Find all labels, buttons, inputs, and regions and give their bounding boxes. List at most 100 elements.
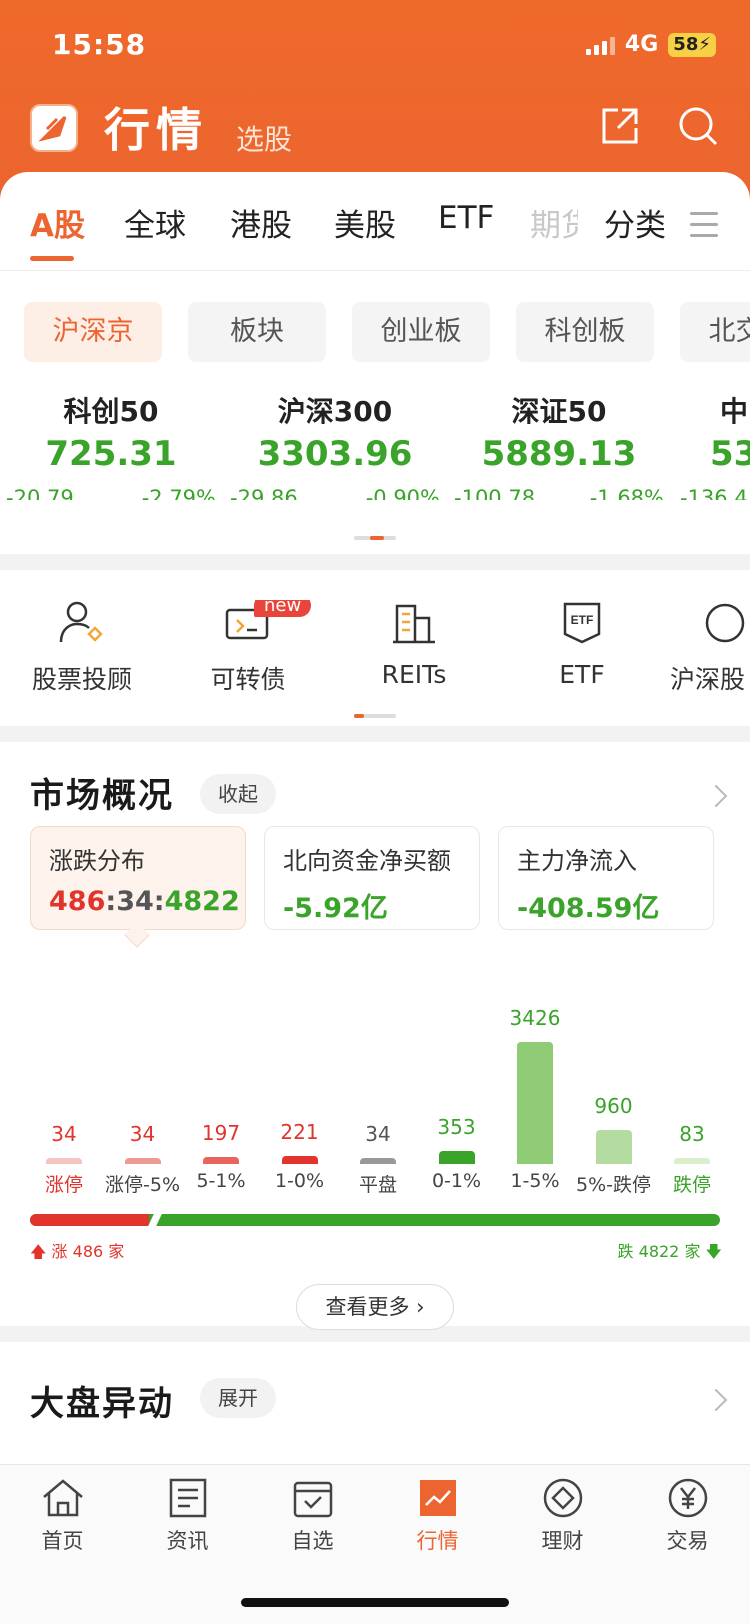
chip-gem[interactable]: 创业板 [352, 302, 490, 362]
ratio-separator [147, 1214, 163, 1226]
quick-convertible[interactable]: new 可转债 [166, 600, 330, 696]
distribution-label: 平盘 [358, 1174, 397, 1196]
index-value: 3303.96 [257, 434, 413, 474]
carousel-pager [354, 536, 396, 540]
distribution-count: 34 [365, 1122, 391, 1146]
distribution-chart: 34 34 197 221 34 353 3426 960 83 [24, 956, 726, 1164]
svg-text:ETF: ETF [571, 613, 594, 627]
distribution-bar [203, 1157, 239, 1164]
nav-news[interactable]: 资讯 [125, 1477, 250, 1555]
flat-count: 34 [116, 886, 154, 917]
quick-reits[interactable]: REITs [332, 600, 496, 689]
distribution-label: 5%-跌停 [576, 1174, 651, 1196]
index-value: 53 [710, 434, 750, 474]
distribution-count: 34 [51, 1122, 77, 1146]
chip-star[interactable]: 科创板 [516, 302, 654, 362]
distribution-bar [360, 1158, 396, 1164]
wealth-icon [543, 1478, 582, 1518]
nav-label: 资讯 [166, 1529, 209, 1553]
stat-main-flow[interactable]: 主力净流入 -408.59亿 [498, 826, 714, 930]
battery-level: 58 [673, 33, 699, 55]
tab-category[interactable]: 分类 [604, 200, 666, 245]
down-total-text: 跌 4822 家 [617, 1242, 701, 1261]
tab-indicator [30, 256, 74, 261]
collapse-button[interactable]: 收起 [200, 774, 276, 814]
quick-shsz-connect[interactable]: 沪深股 [656, 600, 750, 696]
connect-icon [705, 603, 745, 643]
nav-wealth[interactable]: 理财 [500, 1477, 625, 1555]
nav-label: 交易 [666, 1529, 709, 1553]
stat-northbound[interactable]: 北向资金净买额 -5.92亿 [264, 826, 480, 930]
distribution-count: 3426 [509, 1006, 561, 1030]
tab-global[interactable]: 全球 [124, 200, 186, 245]
advisor-icon [59, 601, 103, 643]
yen-icon [668, 1478, 707, 1518]
index-card[interactable]: 科创50 725.31 -20.79 -2.79% [6, 390, 216, 500]
market-stats: 涨跌分布 486:34:4822 北向资金净买额 -5.92亿 主力净流入 -4… [30, 826, 722, 948]
index-card[interactable]: 沪深300 3303.96 -29.86 -0.90% [230, 390, 440, 500]
search-icon[interactable] [676, 104, 720, 148]
distribution-bar [517, 1042, 553, 1164]
tab-a-share[interactable]: A股 [30, 200, 85, 245]
index-card[interactable]: 中 53 -136.4 [680, 390, 750, 500]
quick-advisor[interactable]: 股票投顾 [0, 600, 164, 696]
tab-etf[interactable]: ETF [438, 200, 494, 236]
distribution-count: 34 [129, 1122, 156, 1146]
index-name: 沪深300 [277, 395, 393, 428]
home-indicator [241, 1598, 509, 1607]
index-card[interactable]: 深证50 5889.13 -100.78 -1.68% [454, 390, 664, 500]
chip-shsz[interactable]: 沪深京 [24, 302, 162, 362]
distribution-bar [46, 1158, 82, 1164]
index-pct: -2.79% [141, 486, 216, 500]
stat-updown[interactable]: 涨跌分布 486:34:4822 [30, 826, 246, 930]
tab-hk[interactable]: 港股 [230, 200, 292, 245]
market-icon [419, 1480, 456, 1516]
chevron-right-icon[interactable] [704, 784, 728, 808]
quick-label: 可转债 [210, 665, 286, 694]
market-overview-card: 市场概况 收起 涨跌分布 486:34:4822 北向资金净买额 -5.92亿 … [0, 742, 750, 1330]
ratio-up-label: 🡅 涨 486 家 [30, 1242, 125, 1261]
nav-label: 自选 [291, 1529, 334, 1553]
distribution-count: 960 [594, 1094, 633, 1118]
distribution-categories: 涨停 涨停-5% 5-1% 1-0% 平盘 0-1% 1-5% 5%-跌停 跌停 [24, 1170, 726, 1200]
distribution-label: 0-1% [431, 1170, 482, 1192]
distribution-column: 353 [417, 956, 497, 1164]
up-count: 486 [49, 886, 106, 917]
view-more-button[interactable]: 查看更多 › [296, 1284, 454, 1330]
nav-label: 行情 [416, 1529, 459, 1553]
page-title: 行情 [104, 103, 208, 157]
distribution-label: 涨停 [44, 1174, 83, 1196]
tab-us[interactable]: 美股 [334, 200, 396, 245]
stock-picker-link[interactable]: 选股 [236, 118, 292, 158]
market-movers-title: 大盘异动 [30, 1384, 174, 1424]
nav-trade[interactable]: 交易 [625, 1477, 750, 1555]
quick-label: 沪深股 [670, 665, 746, 694]
index-change: -20.79 [6, 486, 74, 500]
nav-market[interactable]: 行情 [375, 1477, 500, 1555]
watchlist-icon [293, 1481, 332, 1518]
nav-watchlist[interactable]: 自选 [250, 1477, 375, 1555]
quick-label: 股票投顾 [31, 665, 132, 694]
distribution-label: 涨停-5% [105, 1174, 180, 1196]
index-name: 深证50 [511, 395, 607, 428]
chip-bse[interactable]: 北交所 [680, 302, 750, 362]
quick-label: ETF [559, 660, 605, 689]
chip-sector[interactable]: 板块 [188, 302, 326, 362]
index-pct: -1.68% [589, 486, 664, 500]
home-icon [42, 1479, 83, 1517]
index-name: 中 [720, 395, 749, 428]
menu-icon[interactable] [690, 212, 718, 238]
quick-etf[interactable]: ETF ETF [500, 600, 664, 689]
quick-label: REITs [381, 660, 447, 689]
share-icon[interactable] [598, 104, 642, 148]
index-name: 科创50 [63, 395, 159, 428]
nav-home[interactable]: 首页 [0, 1477, 125, 1555]
expand-button[interactable]: 展开 [200, 1378, 276, 1418]
distribution-count: 197 [201, 1121, 241, 1145]
chevron-right-icon[interactable] [704, 1388, 728, 1412]
market-chips: 沪深京 板块 创业板 科创板 北交所 [24, 302, 750, 362]
status-time: 15:58 [52, 28, 147, 61]
tab-futures[interactable]: 期货 [530, 200, 578, 245]
distribution-column: 221 [260, 956, 340, 1164]
news-icon [169, 1478, 206, 1518]
